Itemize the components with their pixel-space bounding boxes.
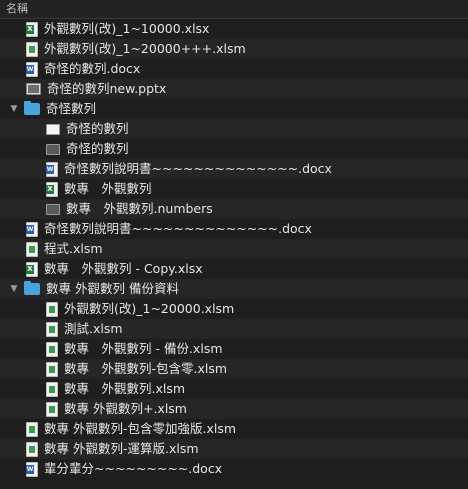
row-label: 奇怪數列說明書~~~~~~~~~~~~~~.docx [44, 221, 312, 236]
file-list: 外觀數列(改)_1~10000.xlsx 外觀數列(改)_1~20000+++.x… [0, 19, 468, 479]
spreadsheet-icon [46, 361, 58, 377]
disclosure-triangle-icon[interactable]: ▼ [8, 279, 20, 299]
spreadsheet-icon [26, 421, 38, 437]
row-label: 數專 外觀數列 [64, 181, 152, 196]
file-row[interactable]: 數專 外觀數列-包含零加強版.xlsm [0, 419, 468, 439]
file-row[interactable]: 數專 外觀數列.numbers [0, 199, 468, 219]
excel-icon [26, 21, 38, 37]
file-row[interactable]: 奇怪數列說明書~~~~~~~~~~~~~~.docx [0, 159, 468, 179]
file-row[interactable]: 奇怪的數列 [0, 119, 468, 139]
word-icon [26, 61, 38, 77]
row-label: 測試.xlsm [64, 321, 123, 336]
file-row[interactable]: 數專 外觀數列-包含零.xlsm [0, 359, 468, 379]
row-label: 數專 外觀數列.xlsm [64, 381, 186, 396]
row-label: 數專 外觀數列 備份資料 [46, 281, 179, 296]
row-label: 奇怪數列 [46, 101, 97, 116]
presentation-icon [26, 83, 41, 95]
document-icon [46, 143, 60, 155]
name-column-header[interactable]: 名稱 [0, 0, 468, 19]
row-label: 程式.xlsm [44, 241, 103, 256]
disclosure-triangle-icon[interactable]: ▼ [8, 99, 20, 119]
file-row[interactable]: 奇怪數列說明書~~~~~~~~~~~~~~.docx [0, 219, 468, 239]
file-row[interactable]: 奇怪的數列new.pptx [0, 79, 468, 99]
row-label: 奇怪的數列.docx [44, 61, 141, 76]
spreadsheet-icon [46, 321, 58, 337]
document-icon [46, 123, 60, 135]
row-label: 奇怪數列說明書~~~~~~~~~~~~~~.docx [64, 161, 332, 176]
row-label: 數專 外觀數列-包含零.xlsm [64, 361, 228, 376]
folder-row[interactable]: ▼ 奇怪數列 [0, 99, 468, 119]
name-column-header-label: 名稱 [6, 2, 28, 15]
row-label: 數專 外觀數列-包含零加強版.xlsm [44, 421, 237, 436]
word-icon [26, 461, 38, 477]
row-label: 數專 外觀數列+.xlsm [64, 401, 187, 416]
file-row[interactable]: 程式.xlsm [0, 239, 468, 259]
spreadsheet-icon [26, 441, 38, 457]
file-row[interactable]: 數專 外觀數列+.xlsm [0, 399, 468, 419]
row-label: 外觀數列(改)_1~10000.xlsx [44, 21, 210, 36]
row-label: 輩分輩分~~~~~~~~~.docx [44, 461, 223, 476]
row-label: 奇怪的數列 [66, 121, 129, 136]
folder-row[interactable]: ▼ 數專 外觀數列 備份資料 [0, 279, 468, 299]
file-row[interactable]: 輩分輩分~~~~~~~~~.docx [0, 459, 468, 479]
row-label: 外觀數列(改)_1~20000.xlsm [64, 301, 235, 316]
row-label: 數專 外觀數列-運算版.xlsm [44, 441, 199, 456]
file-row[interactable]: 外觀數列(改)_1~20000.xlsm [0, 299, 468, 319]
finder-list-window: 名稱 外觀數列(改)_1~10000.xlsx 外觀數列(改)_1~20000++… [0, 0, 468, 489]
file-row[interactable]: 奇怪的數列.docx [0, 59, 468, 79]
numbers-icon [46, 203, 60, 215]
file-row[interactable]: 數專 外觀數列 - Copy.xlsx [0, 259, 468, 279]
file-row[interactable]: 數專 外觀數列-運算版.xlsm [0, 439, 468, 459]
row-label: 數專 外觀數列 - Copy.xlsx [44, 261, 203, 276]
excel-icon [46, 181, 58, 197]
row-label: 外觀數列(改)_1~20000+++.xlsm [44, 41, 246, 56]
word-icon [46, 161, 58, 177]
row-label: 數專 外觀數列 - 備份.xlsm [64, 341, 223, 356]
row-label: 奇怪的數列new.pptx [47, 81, 167, 96]
spreadsheet-icon [26, 241, 38, 257]
spreadsheet-icon [26, 41, 38, 57]
folder-icon [24, 281, 40, 295]
file-row[interactable]: 測試.xlsm [0, 319, 468, 339]
file-row[interactable]: 數專 外觀數列 [0, 179, 468, 199]
file-row[interactable]: 數專 外觀數列 - 備份.xlsm [0, 339, 468, 359]
spreadsheet-icon [46, 341, 58, 357]
spreadsheet-icon [46, 401, 58, 417]
file-row[interactable]: 外觀數列(改)_1~20000+++.xlsm [0, 39, 468, 59]
file-row[interactable]: 數專 外觀數列.xlsm [0, 379, 468, 399]
file-row[interactable]: 外觀數列(改)_1~10000.xlsx [0, 19, 468, 39]
word-icon [26, 221, 38, 237]
row-label: 數專 外觀數列.numbers [66, 201, 213, 216]
excel-icon [26, 261, 38, 277]
folder-icon [24, 101, 40, 115]
spreadsheet-icon [46, 381, 58, 397]
file-row[interactable]: 奇怪的數列 [0, 139, 468, 159]
row-label: 奇怪的數列 [66, 141, 129, 156]
spreadsheet-icon [46, 301, 58, 317]
